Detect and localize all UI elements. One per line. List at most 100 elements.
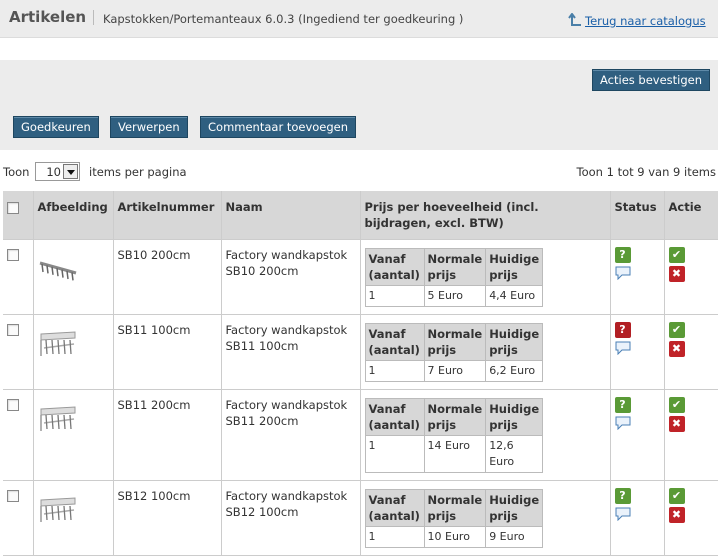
table-row: SB10 200cm Factory wandkapstok SB10 200cm… bbox=[3, 239, 718, 315]
chevron-down-icon[interactable] bbox=[63, 164, 78, 179]
price-table: Vanaf (aantal) Normale prijs Huidige prijs… bbox=[364, 488, 544, 548]
action-cell: ✔ ✖ bbox=[664, 314, 718, 390]
speech-bubble-icon[interactable] bbox=[615, 416, 631, 430]
row-checkbox[interactable] bbox=[7, 398, 19, 411]
back-link-label[interactable]: Terug naar catalogus bbox=[585, 14, 706, 28]
price-header-from: Vanaf (aantal) bbox=[364, 397, 425, 436]
table-row: SB11 200cm Factory wandkapstok SB11 200cm… bbox=[3, 389, 718, 481]
price-header-from: Vanaf (aantal) bbox=[364, 488, 425, 527]
page-title: Artikelen bbox=[9, 8, 87, 26]
image-cell bbox=[33, 239, 114, 315]
column-header-article-number[interactable]: Artikelnummer bbox=[113, 191, 222, 240]
price-table: Vanaf (aantal) Normale prijs Huidige prijs… bbox=[364, 247, 544, 307]
pager-info: Toon 1 tot 9 van 9 items bbox=[576, 165, 716, 179]
column-header-price[interactable]: Prijs per hoeveelheid (incl. bijdragen, … bbox=[360, 191, 611, 240]
price-header-normal: Normale prijs bbox=[423, 247, 487, 286]
table-header-row: Afbeelding Artikelnummer Naam Prijs per … bbox=[3, 191, 718, 240]
cross-icon[interactable]: ✖ bbox=[668, 340, 685, 357]
confirm-actions-button[interactable]: Acties bevestigen bbox=[592, 69, 711, 91]
articles-table: Afbeelding Artikelnummer Naam Prijs per … bbox=[3, 191, 718, 556]
price-cell: Vanaf (aantal) Normale prijs Huidige prijs… bbox=[360, 314, 611, 390]
price-current-value: 9 Euro bbox=[485, 525, 544, 548]
per-page-select[interactable]: 10 bbox=[35, 162, 80, 181]
price-normal-value: 10 Euro bbox=[423, 525, 487, 548]
price-header-current: Huidige prijs bbox=[485, 397, 544, 436]
price-header-current: Huidige prijs bbox=[485, 322, 544, 361]
row-checkbox[interactable] bbox=[7, 248, 19, 261]
price-header-current: Huidige prijs bbox=[485, 488, 544, 527]
row-select-cell bbox=[3, 389, 34, 481]
show-label: Toon bbox=[3, 165, 30, 179]
price-cell: Vanaf (aantal) Normale prijs Huidige prijs… bbox=[360, 480, 611, 556]
checkmark-icon[interactable]: ✔ bbox=[668, 246, 685, 263]
price-cell: Vanaf (aantal) Normale prijs Huidige prijs… bbox=[360, 389, 611, 481]
question-icon[interactable]: ? bbox=[614, 487, 631, 504]
article-name-cell: Factory wandkapstok SB11 100cm bbox=[221, 314, 361, 390]
back-arrow-icon bbox=[568, 13, 581, 26]
per-page-value: 10 bbox=[46, 165, 61, 179]
product-image bbox=[37, 323, 78, 364]
speech-bubble-icon[interactable] bbox=[615, 266, 631, 280]
action-cell: ✔ ✖ bbox=[664, 389, 718, 481]
row-checkbox[interactable] bbox=[7, 323, 19, 336]
article-number-cell: SB12 100cm bbox=[113, 480, 222, 556]
speech-bubble-icon[interactable] bbox=[615, 341, 631, 355]
cross-icon[interactable]: ✖ bbox=[668, 415, 685, 432]
row-checkbox[interactable] bbox=[7, 489, 19, 502]
breadcrumb: Kapstokken/Portemanteaux 6.0.3 (Ingedien… bbox=[103, 12, 464, 26]
question-icon[interactable]: ? bbox=[614, 246, 631, 263]
price-current-value: 12,6 Euro bbox=[485, 434, 544, 473]
price-current-value: 4,4 Euro bbox=[485, 284, 544, 307]
article-number-cell: SB11 200cm bbox=[113, 389, 222, 481]
checkmark-icon[interactable]: ✔ bbox=[668, 321, 685, 338]
approve-button[interactable]: Goedkeuren bbox=[13, 116, 99, 138]
reject-button[interactable]: Verwerpen bbox=[110, 116, 188, 138]
image-cell bbox=[33, 480, 114, 556]
price-header-normal: Normale prijs bbox=[423, 488, 487, 527]
add-comment-button[interactable]: Commentaar toevoegen bbox=[200, 116, 357, 138]
row-select-cell bbox=[3, 239, 34, 315]
price-header-from: Vanaf (aantal) bbox=[364, 322, 425, 361]
question-icon[interactable]: ? bbox=[614, 321, 631, 338]
cross-icon[interactable]: ✖ bbox=[668, 265, 685, 282]
column-header-status[interactable]: Status bbox=[610, 191, 665, 240]
cross-icon[interactable]: ✖ bbox=[668, 506, 685, 523]
checkmark-icon[interactable]: ✔ bbox=[668, 487, 685, 504]
checkmark-icon[interactable]: ✔ bbox=[668, 396, 685, 413]
price-header-normal: Normale prijs bbox=[423, 397, 487, 436]
column-header-image[interactable]: Afbeelding bbox=[33, 191, 114, 240]
column-header-action[interactable]: Actie bbox=[664, 191, 718, 240]
select-all-checkbox[interactable] bbox=[7, 202, 19, 214]
article-name-cell: Factory wandkapstok SB10 200cm bbox=[221, 239, 361, 315]
price-from-value: 1 bbox=[364, 284, 425, 307]
row-select-cell bbox=[3, 480, 34, 556]
status-cell: ? bbox=[610, 314, 665, 390]
price-from-value: 1 bbox=[364, 434, 425, 473]
price-header-current: Huidige prijs bbox=[485, 247, 544, 286]
article-name-cell: Factory wandkapstok SB11 200cm bbox=[221, 389, 361, 481]
speech-bubble-icon[interactable] bbox=[615, 507, 631, 521]
back-to-catalog-link[interactable]: Terug naar catalogus bbox=[568, 11, 706, 28]
column-header-name[interactable]: Naam bbox=[221, 191, 361, 240]
product-image bbox=[37, 398, 78, 439]
price-from-value: 1 bbox=[364, 525, 425, 548]
price-table: Vanaf (aantal) Normale prijs Huidige prijs… bbox=[364, 322, 544, 382]
price-from-value: 1 bbox=[364, 359, 425, 382]
action-cell: ✔ ✖ bbox=[664, 239, 718, 315]
article-number-cell: SB10 200cm bbox=[113, 239, 222, 315]
question-icon[interactable]: ? bbox=[614, 396, 631, 413]
price-table: Vanaf (aantal) Normale prijs Huidige prijs… bbox=[364, 397, 544, 473]
status-cell: ? bbox=[610, 239, 665, 315]
price-current-value: 6,2 Euro bbox=[485, 359, 544, 382]
image-cell bbox=[33, 314, 114, 390]
per-page-label: items per pagina bbox=[89, 165, 187, 179]
product-image bbox=[37, 489, 78, 530]
price-cell: Vanaf (aantal) Normale prijs Huidige prijs… bbox=[360, 239, 611, 315]
price-header-normal: Normale prijs bbox=[423, 322, 487, 361]
status-cell: ? bbox=[610, 389, 665, 481]
price-header-from: Vanaf (aantal) bbox=[364, 247, 425, 286]
page-header: Artikelen Kapstokken/Portemanteaux 6.0.3… bbox=[0, 0, 718, 38]
action-panel: Acties bevestigen Goedkeuren Verwerpen C… bbox=[0, 60, 718, 150]
pager-bar: Toon 10 items per pagina Toon 1 tot 9 va… bbox=[0, 160, 718, 184]
header-divider bbox=[93, 10, 94, 25]
